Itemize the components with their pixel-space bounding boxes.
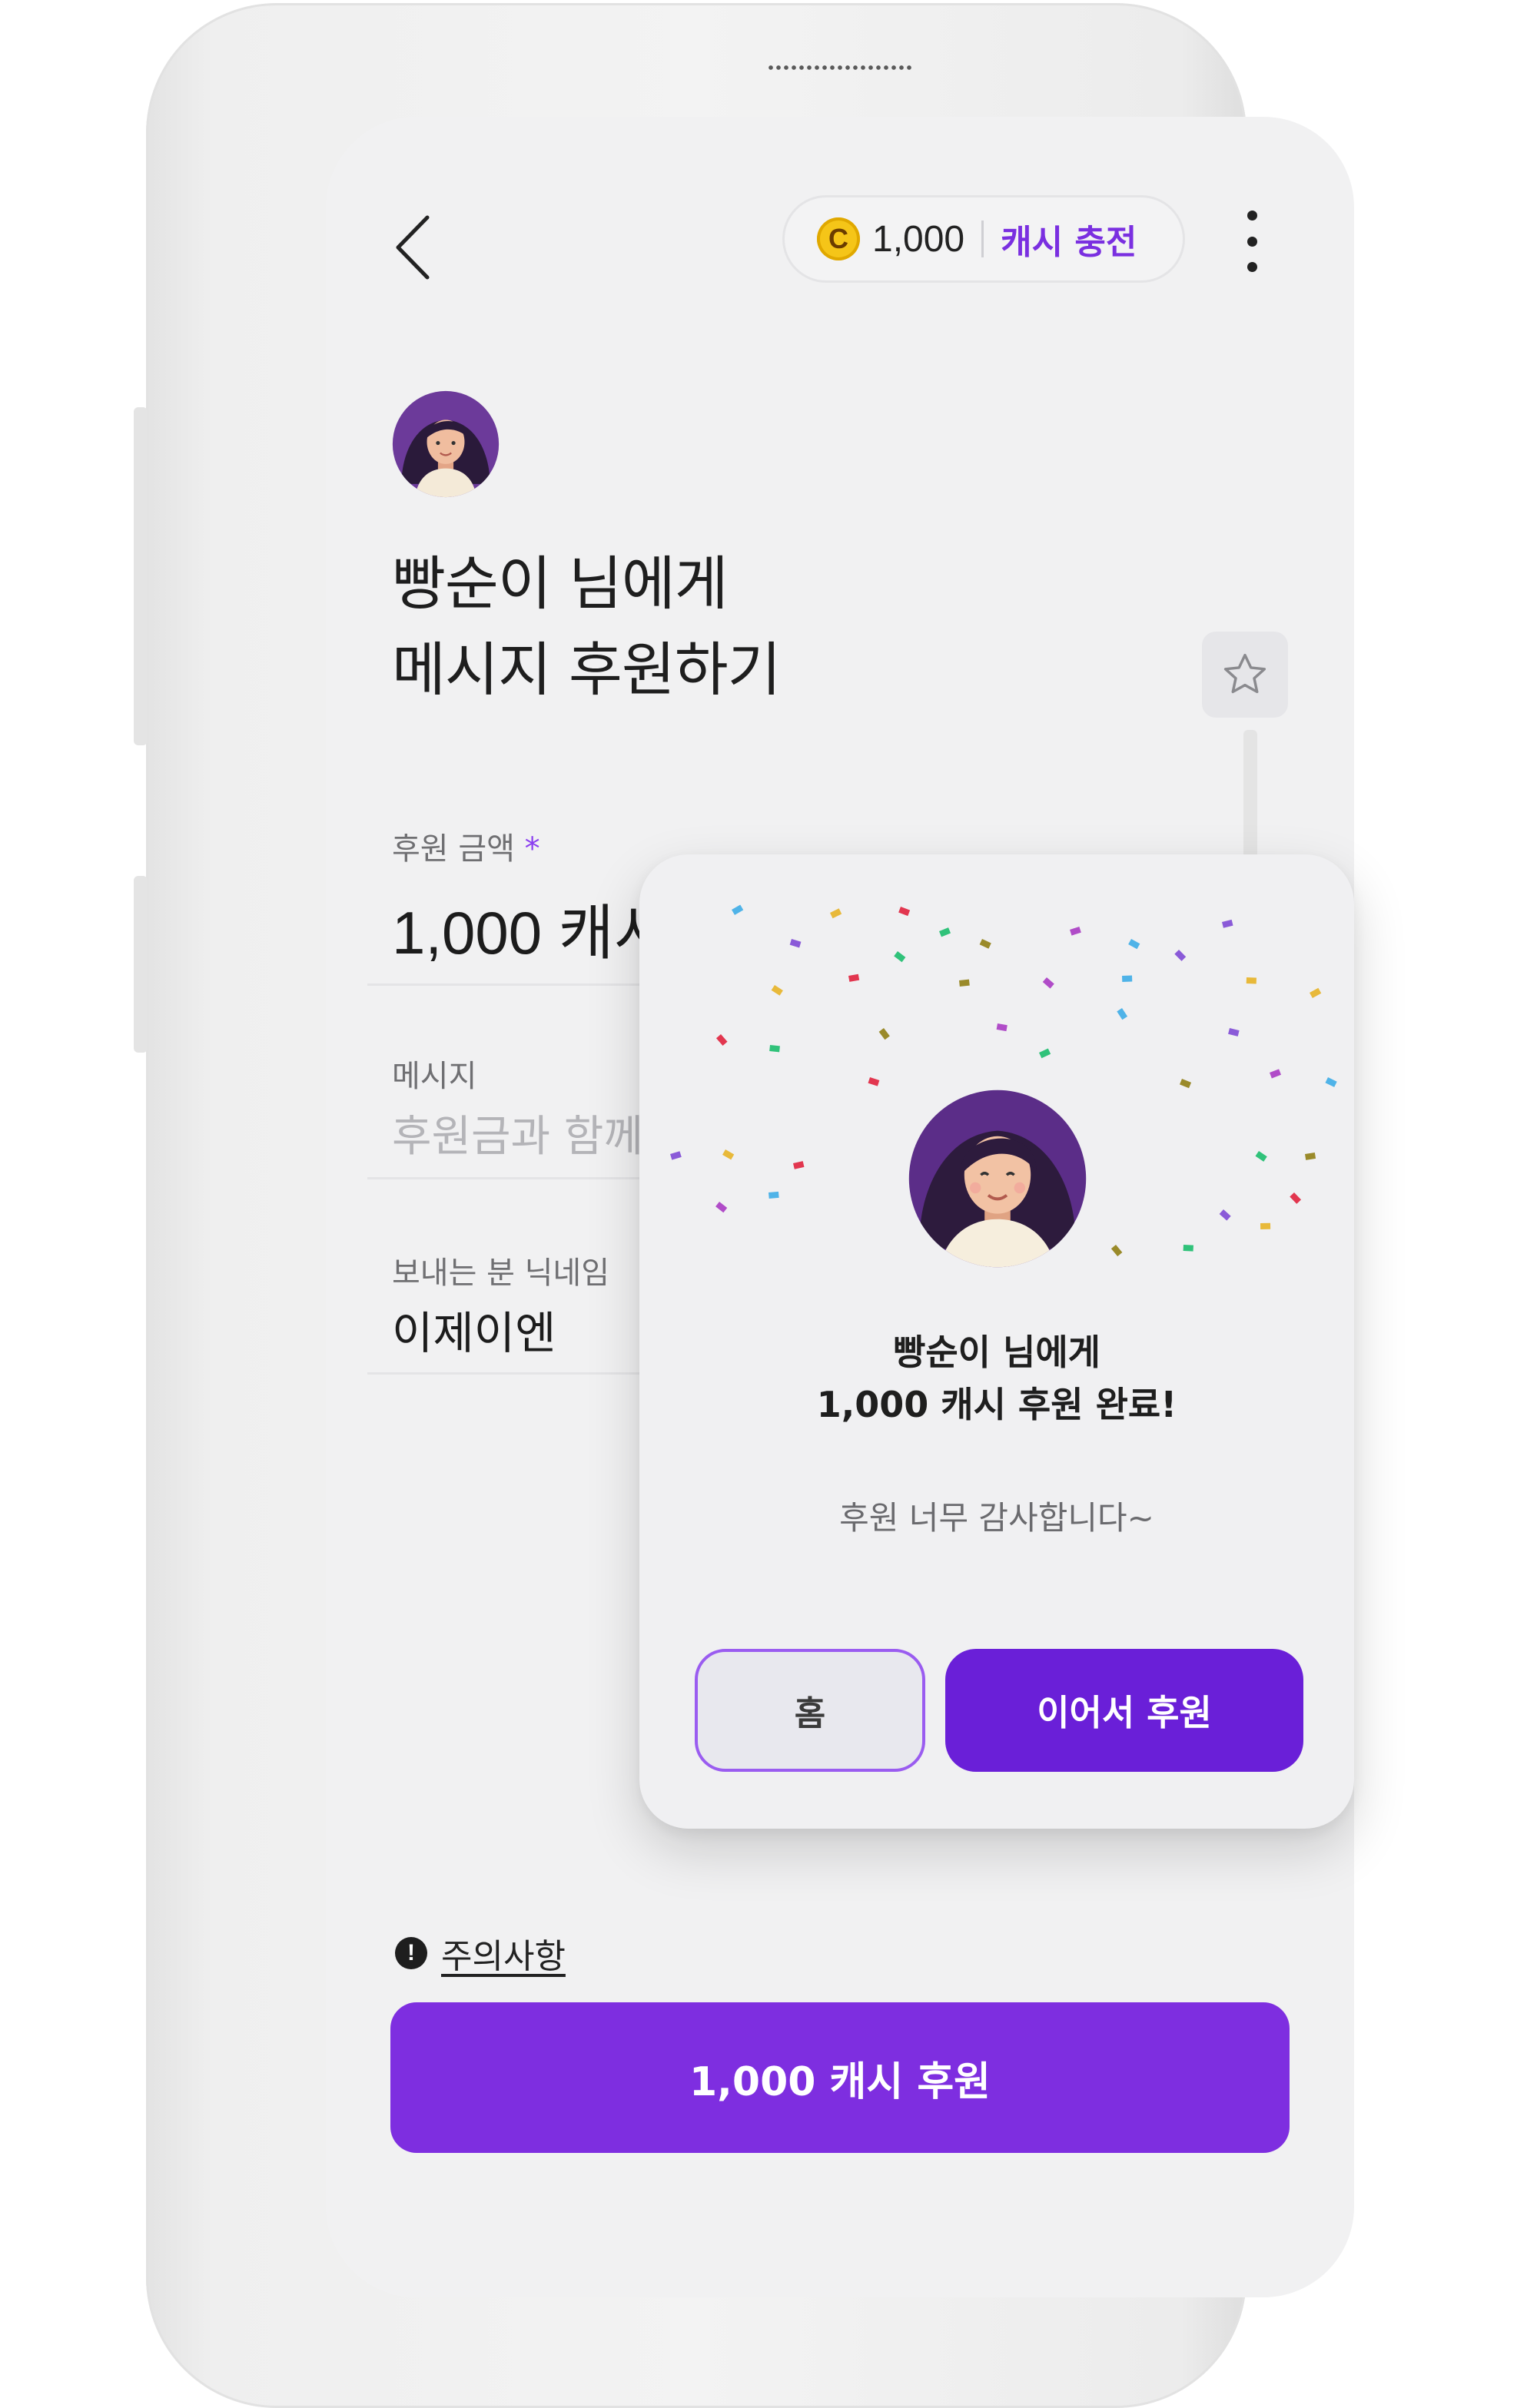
popup-title-line-1: 빵순이 님에게 [893, 1332, 1100, 1373]
confetti-piece [1255, 1150, 1267, 1162]
chevron-left-icon [396, 215, 430, 280]
home-button[interactable]: 홈 [695, 1649, 925, 1772]
alert-icon: ! [395, 1937, 427, 1969]
confetti-piece [1039, 1048, 1051, 1059]
confetti-piece [715, 1202, 728, 1213]
confetti-piece [938, 927, 951, 937]
confetti-piece [769, 1045, 780, 1053]
nickname-label: 보내는 분 닉네임 [392, 1255, 610, 1291]
confetti-piece [722, 1149, 735, 1160]
amount-label-text: 후원 금액 [392, 831, 515, 867]
confetti-piece [878, 1028, 890, 1040]
recipient-avatar [908, 1090, 1087, 1268]
confetti-piece [670, 1151, 682, 1160]
confetti-piece [1309, 987, 1322, 998]
donate-button[interactable]: 1,000 캐시 후원 [390, 2002, 1290, 2153]
amount-label: 후원 금액 * [392, 824, 540, 868]
recipient-avatar [392, 390, 500, 498]
confetti-piece [789, 939, 802, 948]
more-dot [1247, 236, 1257, 247]
confetti-piece [830, 908, 842, 919]
amount-value[interactable]: 1,000 캐시 [392, 885, 669, 971]
confetti-piece [1042, 977, 1054, 989]
confetti-piece [1219, 1209, 1231, 1221]
more-dot [1247, 262, 1257, 272]
confetti-piece [868, 1077, 880, 1086]
confetti-piece [996, 1023, 1008, 1032]
confetti-piece [894, 951, 906, 963]
cash-balance: 1,000 [872, 218, 965, 260]
confetti-piece [1228, 1027, 1240, 1037]
confetti-piece [1110, 1245, 1123, 1257]
favorite-button[interactable] [1202, 632, 1288, 718]
confetti-piece [979, 939, 991, 949]
confetti-piece [1325, 1077, 1337, 1087]
confetti-piece [793, 1161, 805, 1169]
star-outline-icon [1223, 653, 1266, 694]
confetti-piece [771, 984, 783, 996]
confetti-piece [1122, 975, 1133, 982]
continue-donation-button[interactable]: 이어서 후원 [945, 1649, 1303, 1772]
more-vertical-icon [1247, 211, 1257, 221]
back-button[interactable] [386, 209, 440, 286]
message-label: 메시지 [392, 1059, 477, 1094]
volume-button [134, 407, 148, 745]
confetti-piece [1174, 950, 1187, 961]
donation-complete-popup: 빵순이 님에게 1,000 캐시 후원 완료! 후원 너무 감사합니다~ 홈 이… [639, 854, 1354, 1829]
confetti-piece [1183, 1245, 1193, 1252]
confetti-piece [1180, 1079, 1192, 1089]
notice-link[interactable]: ! 주의사항 [395, 1929, 566, 1978]
more-menu-button[interactable] [1240, 211, 1263, 272]
confetti-piece [1246, 977, 1256, 984]
confetti-piece [1117, 1008, 1128, 1020]
popup-thanks-message: 후원 너무 감사합니다~ [839, 1499, 1154, 1537]
speaker-grille [767, 65, 913, 71]
amount-number: 1,000 [392, 899, 543, 967]
confetti-piece [959, 979, 970, 987]
side-button [134, 876, 148, 1053]
confetti-piece [898, 907, 911, 917]
confetti-piece [1128, 939, 1140, 950]
confetti-piece [1305, 1152, 1316, 1160]
page-title: 빵순이 님에게 메시지 후원하기 [392, 541, 782, 713]
confetti-piece [1260, 1222, 1271, 1229]
confetti-piece [731, 904, 744, 915]
confetti-piece [1222, 919, 1233, 928]
chip-divider [981, 221, 984, 257]
notice-label: 주의사항 [441, 1937, 566, 1976]
cash-balance-chip: C 1,000 캐시 충전 [782, 195, 1185, 283]
required-mark: * [524, 831, 540, 867]
title-line-2: 메시지 후원하기 [392, 635, 782, 704]
confetti-piece [1290, 1192, 1302, 1204]
confetti-piece [715, 1033, 728, 1046]
confetti-piece [848, 973, 860, 982]
confetti-piece [768, 1191, 779, 1199]
title-line-1: 빵순이 님에게 [392, 549, 729, 618]
coin-icon: C [817, 217, 860, 260]
nickname-input[interactable]: 이제이엔 [392, 1297, 556, 1362]
confetti-piece [1270, 1069, 1282, 1079]
popup-title-line-2: 1,000 캐시 후원 완료! [816, 1384, 1177, 1425]
confetti-piece [1070, 926, 1081, 936]
charge-cash-link[interactable]: 캐시 충전 [1001, 214, 1137, 264]
